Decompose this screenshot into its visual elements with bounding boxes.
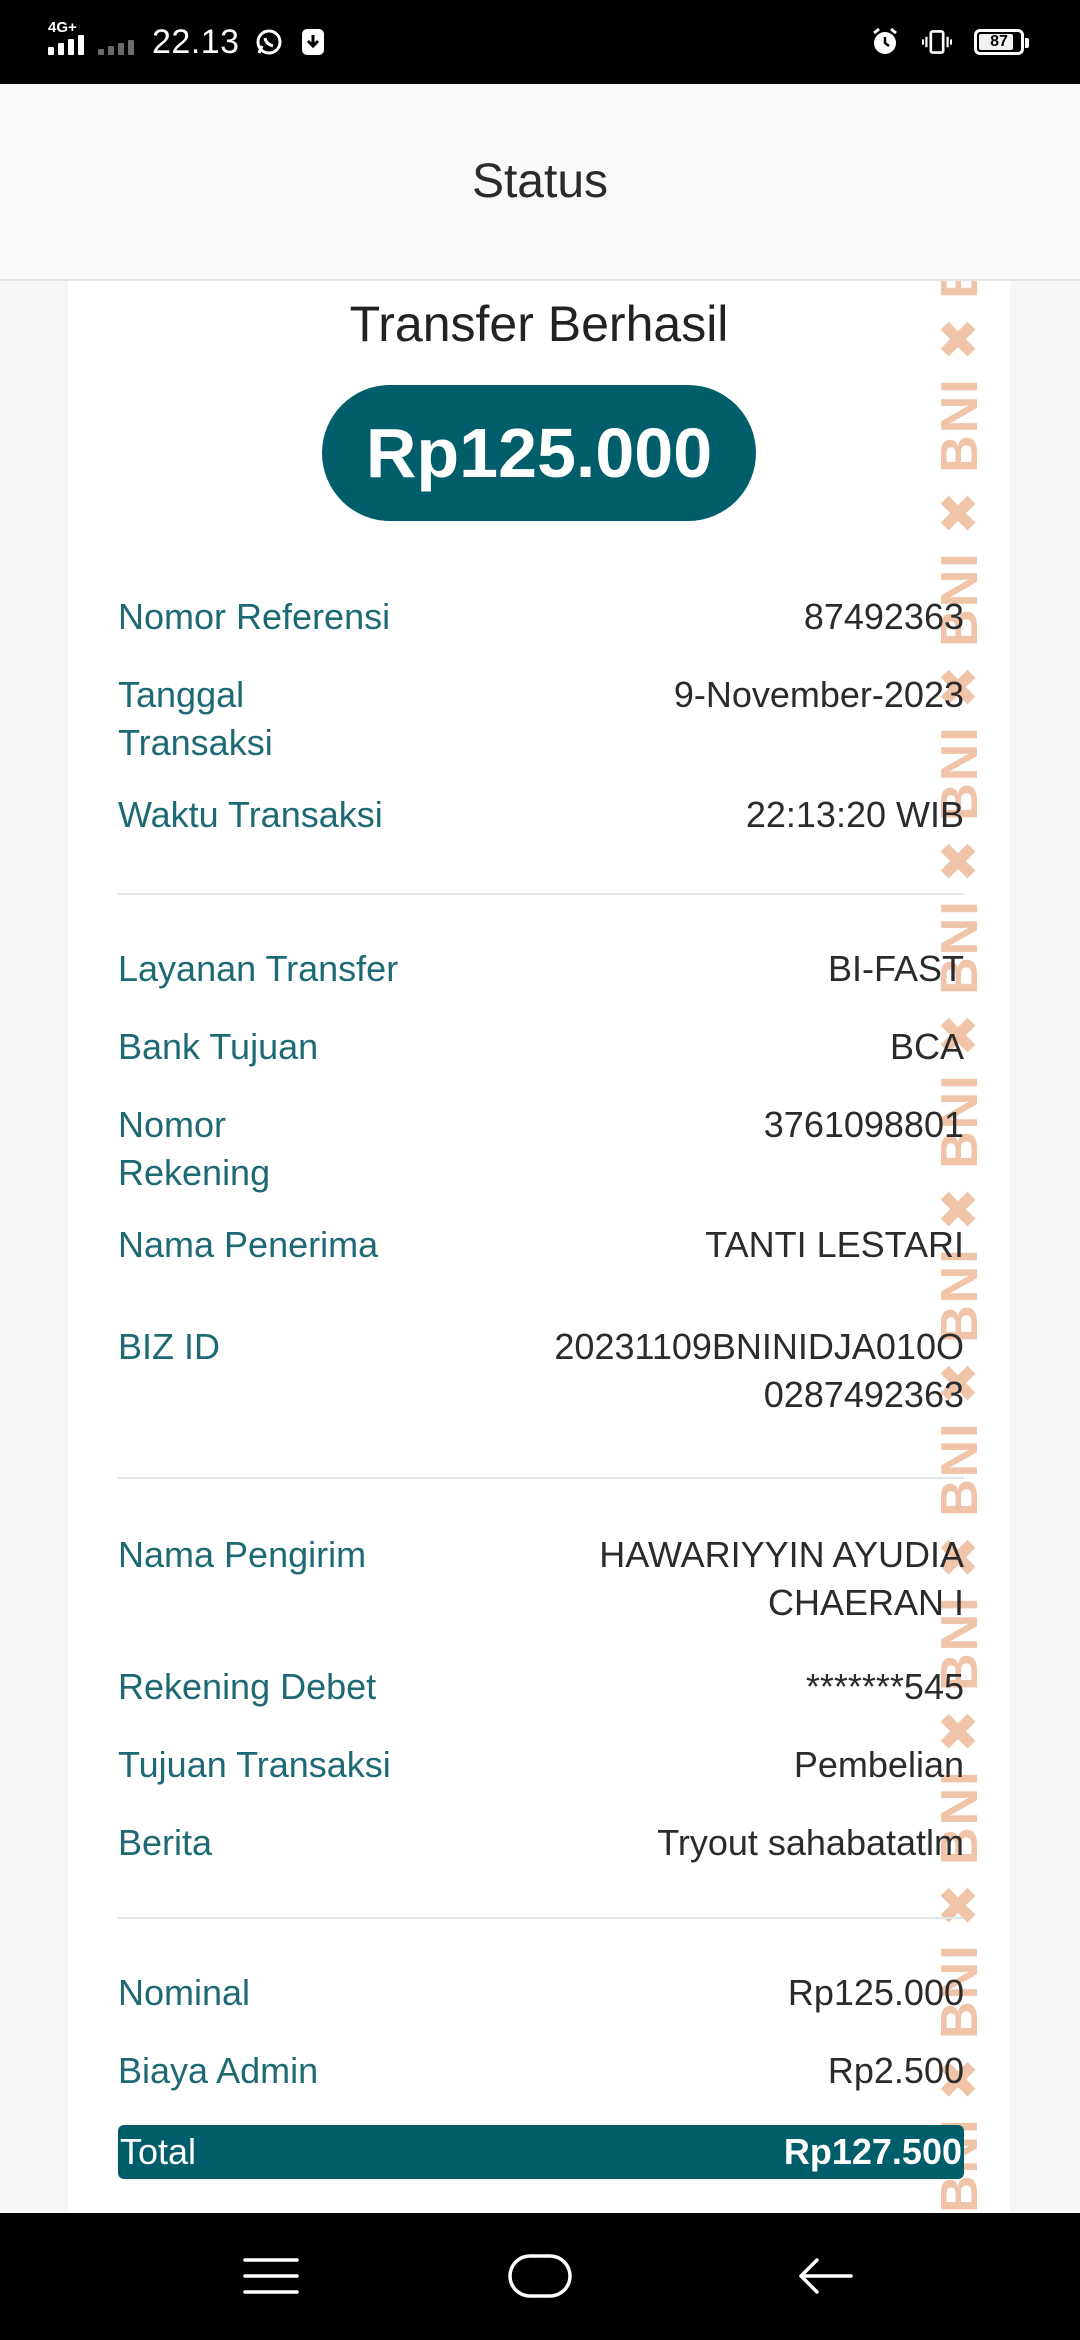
- back-icon: [799, 2258, 853, 2294]
- menu-button[interactable]: [226, 2241, 316, 2311]
- destination-bank-value: BCA: [889, 1026, 964, 1067]
- amount-badge: Rp125.000: [322, 385, 756, 521]
- battery-percent: 87: [990, 33, 1008, 50]
- biz-id-value-line2: 0287492363: [763, 1374, 964, 1415]
- destination-bank-label: Bank Tujuan: [118, 1026, 319, 1067]
- transfer-receipt: BNI ✖ BNI ✖ BNI ✖ BNI ✖ BNI ✖ BNI ✖ BNI …: [68, 281, 1010, 2213]
- download-notification-icon: [298, 27, 328, 57]
- row-admin-fee: Biaya Admin Rp2.500: [118, 2047, 964, 2095]
- row-recipient-name: Nama Penerima TANTI LESTARI: [118, 1221, 964, 1269]
- total-label: Total: [120, 2131, 197, 2172]
- row-transaction-time: Waktu Transaksi 22:13:20 WIB: [118, 791, 964, 839]
- row-transfer-service: Layanan Transfer BI-FAST: [118, 945, 964, 993]
- transaction-date-value: 9-November-2023: [673, 674, 964, 715]
- account-number-value: 3761098801: [763, 1104, 964, 1145]
- sender-name-value-line1: HAWARIYYIN AYUDIA: [599, 1534, 964, 1575]
- note-label: Berita: [118, 1822, 213, 1863]
- total-value: Rp127.500: [783, 2131, 962, 2172]
- biz-id-value: 20231109BNINIDJA010O 0287492363: [554, 1323, 964, 1419]
- vibrate-icon: [922, 27, 952, 57]
- row-biz-id: BIZ ID 20231109BNINIDJA010O 0287492363: [118, 1323, 964, 1419]
- divider: [118, 1917, 964, 1919]
- row-reference-number: Nomor Referensi 87492363: [118, 593, 964, 641]
- result-title: Transfer Berhasil: [349, 296, 729, 352]
- account-number-label-line1: Nomor: [118, 1104, 227, 1145]
- app-header: Status: [0, 84, 1080, 281]
- cellular-signal-icon: 4G+: [48, 19, 84, 55]
- row-account-number: Nomor Rekening 3761098801: [118, 1101, 964, 1197]
- status-bar: 4G+ 22.13 87: [0, 0, 1080, 84]
- debit-account-value: *******545: [805, 1666, 964, 1707]
- sender-name-label: Nama Pengirim: [118, 1534, 367, 1575]
- system-nav-bar: [0, 2213, 1080, 2340]
- page-title: Status: [471, 155, 609, 208]
- row-note: Berita Tryout sahabatatlm: [118, 1819, 964, 1867]
- recipient-name-value: TANTI LESTARI: [705, 1224, 964, 1265]
- battery-icon: 87: [974, 29, 1029, 55]
- row-transaction-purpose: Tujuan Transaksi Pembelian: [118, 1741, 964, 1789]
- transaction-purpose-label: Tujuan Transaksi: [118, 1744, 391, 1785]
- biz-id-label: BIZ ID: [118, 1326, 221, 1367]
- account-number-label-line2: Rekening: [118, 1152, 271, 1193]
- nominal-label: Nominal: [118, 1972, 251, 2013]
- divider: [118, 893, 964, 895]
- alarm-icon: [870, 27, 900, 57]
- transaction-date-label-line2: Transaksi: [118, 722, 273, 763]
- nominal-value: Rp125.000: [787, 1972, 964, 2013]
- row-transaction-date: Tanggal Transaksi 9-November-2023: [118, 671, 964, 767]
- admin-fee-value: Rp2.500: [827, 2050, 964, 2091]
- biz-id-value-line1: 20231109BNINIDJA010O: [554, 1326, 964, 1367]
- transaction-date-label-line1: Tanggal: [118, 674, 245, 715]
- row-nominal: Nominal Rp125.000: [118, 1969, 964, 2017]
- admin-fee-label: Biaya Admin: [118, 2050, 319, 2091]
- sender-name-value-line2: CHAERAN I: [767, 1582, 964, 1623]
- status-bar-left: 4G+ 22.13: [48, 0, 328, 84]
- transaction-date-label: Tanggal Transaksi: [118, 671, 273, 767]
- divider: [118, 1477, 964, 1479]
- status-bar-right: 87: [870, 0, 1029, 84]
- reference-number-label: Nomor Referensi: [118, 596, 391, 637]
- transaction-time-label: Waktu Transaksi: [118, 794, 383, 835]
- total-row: Total Rp127.500: [118, 2125, 964, 2179]
- cellular-signal-2-icon: [98, 29, 134, 55]
- row-sender-name: Nama Pengirim HAWARIYYIN AYUDIA CHAERAN …: [118, 1531, 964, 1627]
- clock: 22.13: [152, 22, 240, 61]
- reference-number-value: 87492363: [803, 596, 964, 637]
- account-number-label: Nomor Rekening: [118, 1101, 270, 1197]
- sender-name-value: HAWARIYYIN AYUDIA CHAERAN I: [599, 1531, 964, 1627]
- debit-account-label: Rekening Debet: [118, 1666, 377, 1707]
- note-value: Tryout sahabatatlm: [657, 1822, 964, 1863]
- transaction-purpose-value: Pembelian: [793, 1744, 964, 1785]
- content-area[interactable]: BNI ✖ BNI ✖ BNI ✖ BNI ✖ BNI ✖ BNI ✖ BNI …: [0, 281, 1080, 2213]
- row-debit-account: Rekening Debet *******545: [118, 1663, 964, 1711]
- row-destination-bank: Bank Tujuan BCA: [118, 1023, 964, 1071]
- home-icon: [508, 2254, 572, 2298]
- whatsapp-icon: [254, 27, 284, 57]
- recipient-name-label: Nama Penerima: [118, 1224, 379, 1265]
- transaction-time-value: 22:13:20 WIB: [745, 794, 964, 835]
- back-button[interactable]: [780, 2241, 870, 2311]
- menu-icon: [243, 2258, 299, 2294]
- home-button[interactable]: [495, 2241, 585, 2311]
- transfer-service-label: Layanan Transfer: [118, 948, 399, 989]
- transfer-service-value: BI-FAST: [827, 948, 964, 989]
- network-type-label: 4G+: [48, 19, 77, 36]
